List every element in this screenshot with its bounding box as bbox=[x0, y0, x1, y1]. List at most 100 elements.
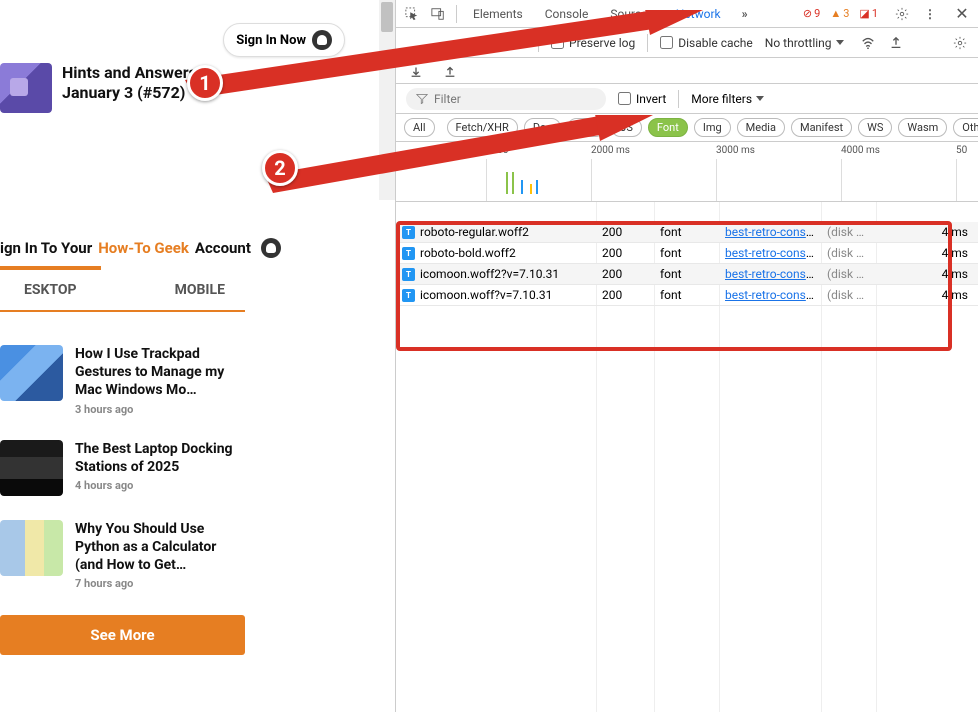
invert-checkbox[interactable]: Invert bbox=[618, 92, 666, 106]
filter-placeholder: Filter bbox=[434, 92, 461, 106]
type-js[interactable]: JS bbox=[611, 118, 642, 137]
file-icon: T bbox=[402, 247, 415, 260]
disable-cache-input[interactable] bbox=[660, 36, 673, 49]
devtools-tab-bar: Elements Console Sources Network » ⊘9 ▲3… bbox=[396, 0, 978, 28]
issues-badge[interactable]: ◪1 bbox=[859, 7, 878, 20]
timeline-tick: 4000 ms bbox=[841, 145, 880, 156]
scrollbar-track[interactable] bbox=[379, 0, 395, 200]
sign-in-bar[interactable]: ign In To Your How-To Geek Account bbox=[0, 230, 395, 266]
invert-input[interactable] bbox=[618, 92, 631, 105]
cell-status: 200 bbox=[596, 225, 654, 239]
article-timestamp: 4 hours ago bbox=[75, 479, 245, 492]
list-item[interactable]: Why You Should Use Python as a Calculato… bbox=[0, 520, 245, 591]
filter-input[interactable]: Filter bbox=[406, 88, 606, 110]
hero-article[interactable]: Hints and Answers January 3 (#572) bbox=[0, 63, 197, 113]
cell-initiator[interactable]: best-retro-console bbox=[719, 267, 821, 281]
tab-console[interactable]: Console bbox=[539, 7, 595, 21]
type-other[interactable]: Other bbox=[953, 118, 978, 137]
cell-initiator[interactable]: best-retro-console bbox=[719, 225, 821, 239]
table-body: Troboto-regular.woff2 200 font best-retr… bbox=[396, 222, 978, 712]
export-har-icon[interactable] bbox=[408, 63, 424, 79]
hero-title: Hints and Answers January 3 (#572) bbox=[62, 63, 197, 103]
cell-size: (disk ca… bbox=[821, 267, 876, 281]
timeline-bar bbox=[530, 184, 532, 194]
type-css[interactable]: CSS bbox=[567, 118, 605, 137]
tab-desktop[interactable]: ESKTOP bbox=[0, 270, 101, 310]
table-row[interactable]: Ticomoon.woff?v=7.10.31 200 font best-re… bbox=[396, 285, 978, 306]
type-wasm[interactable]: Wasm bbox=[898, 118, 947, 137]
table-row[interactable]: Ticomoon.woff2?v=7.10.31 200 font best-r… bbox=[396, 264, 978, 285]
tab-mobile[interactable]: MOBILE bbox=[151, 270, 249, 310]
preserve-log-input[interactable] bbox=[551, 36, 564, 49]
throttling-select[interactable]: No throttling bbox=[765, 36, 844, 50]
timeline-tick: 50 bbox=[956, 145, 967, 156]
device-toggle-icon[interactable] bbox=[430, 6, 446, 22]
type-font[interactable]: Font bbox=[648, 118, 688, 137]
error-badge[interactable]: ⊘9 bbox=[803, 7, 820, 20]
file-icon: T bbox=[402, 289, 415, 302]
cell-time: 4 ms bbox=[928, 288, 978, 302]
list-item[interactable]: How I Use Trackpad Gestures to Manage my… bbox=[0, 345, 245, 416]
close-icon[interactable]: ✕ bbox=[954, 6, 970, 22]
gear-icon[interactable] bbox=[894, 6, 910, 22]
type-manifest[interactable]: Manifest bbox=[791, 118, 852, 137]
cell-initiator[interactable]: best-retro-console bbox=[719, 246, 821, 260]
divider bbox=[678, 90, 679, 108]
inspect-icon[interactable] bbox=[404, 6, 420, 22]
throttling-label: No throttling bbox=[765, 36, 832, 50]
tab-network[interactable]: Network bbox=[670, 7, 727, 21]
divider bbox=[647, 34, 648, 52]
network-table: Troboto-regular.woff2 200 font best-retr… bbox=[396, 202, 978, 712]
resource-type-bar: All Fetch/XHR Doc CSS JS Font Img Media … bbox=[396, 114, 978, 142]
disable-cache-checkbox[interactable]: Disable cache bbox=[660, 36, 753, 50]
article-thumbnail bbox=[0, 440, 63, 496]
upload-icon[interactable] bbox=[888, 35, 904, 51]
timeline-tick: 3000 ms bbox=[716, 145, 755, 156]
cell-type: font bbox=[654, 225, 719, 239]
cell-name: roboto-regular.woff2 bbox=[420, 225, 529, 239]
kebab-menu-icon[interactable]: ⋮ bbox=[922, 6, 938, 22]
more-tabs-icon[interactable]: » bbox=[737, 6, 753, 22]
cell-time: 4 ms bbox=[928, 246, 978, 260]
sign-in-now-button[interactable]: Sign In Now bbox=[223, 23, 345, 57]
devtools-pane: Elements Console Sources Network » ⊘9 ▲3… bbox=[395, 0, 978, 712]
cell-size: (disk ca… bbox=[821, 246, 876, 260]
warning-badge[interactable]: ▲3 bbox=[830, 7, 849, 20]
disable-cache-label: Disable cache bbox=[678, 36, 753, 50]
gear-icon[interactable] bbox=[952, 35, 968, 51]
preserve-log-checkbox[interactable]: Preserve log bbox=[551, 36, 635, 50]
chevron-down-icon bbox=[756, 96, 764, 101]
type-img[interactable]: Img bbox=[694, 118, 731, 137]
tab-sources[interactable]: Sources bbox=[604, 7, 659, 21]
more-filters-select[interactable]: More filters bbox=[691, 92, 764, 106]
table-row[interactable]: Troboto-regular.woff2 200 font best-retr… bbox=[396, 222, 978, 243]
article-title: How I Use Trackpad Gestures to Manage my… bbox=[75, 345, 245, 400]
article-thumbnail bbox=[0, 345, 63, 401]
invert-label: Invert bbox=[636, 92, 666, 106]
cell-status: 200 bbox=[596, 288, 654, 302]
cell-status: 200 bbox=[596, 267, 654, 281]
waterfall-overview[interactable]: 1000 2000 ms 3000 ms 4000 ms 50 bbox=[396, 142, 978, 202]
type-all[interactable]: All bbox=[404, 118, 435, 137]
divider bbox=[538, 34, 539, 52]
wifi-icon[interactable] bbox=[860, 35, 876, 51]
timeline-tick: 2000 ms bbox=[591, 145, 630, 156]
type-fetchxhr[interactable]: Fetch/XHR bbox=[447, 118, 518, 137]
type-doc[interactable]: Doc bbox=[524, 118, 561, 137]
list-item[interactable]: The Best Laptop Docking Stations of 2025… bbox=[0, 440, 245, 496]
table-row[interactable]: Troboto-bold.woff2 200 font best-retro-c… bbox=[396, 243, 978, 264]
scrollbar-thumb[interactable] bbox=[381, 2, 393, 32]
cell-status: 200 bbox=[596, 246, 654, 260]
cell-type: font bbox=[654, 246, 719, 260]
import-har-icon[interactable] bbox=[442, 63, 458, 79]
type-media[interactable]: Media bbox=[737, 118, 785, 137]
see-more-button[interactable]: See More bbox=[0, 615, 245, 655]
cell-initiator[interactable]: best-retro-console bbox=[719, 288, 821, 302]
preserve-log-label: Preserve log bbox=[569, 36, 635, 50]
webpage-pane: Sign In Now Hints and Answers January 3 … bbox=[0, 0, 395, 712]
tab-elements[interactable]: Elements bbox=[467, 7, 529, 21]
user-icon bbox=[312, 30, 332, 50]
cell-name: roboto-bold.woff2 bbox=[420, 246, 516, 260]
type-ws[interactable]: WS bbox=[858, 118, 892, 137]
funnel-icon bbox=[416, 93, 428, 105]
